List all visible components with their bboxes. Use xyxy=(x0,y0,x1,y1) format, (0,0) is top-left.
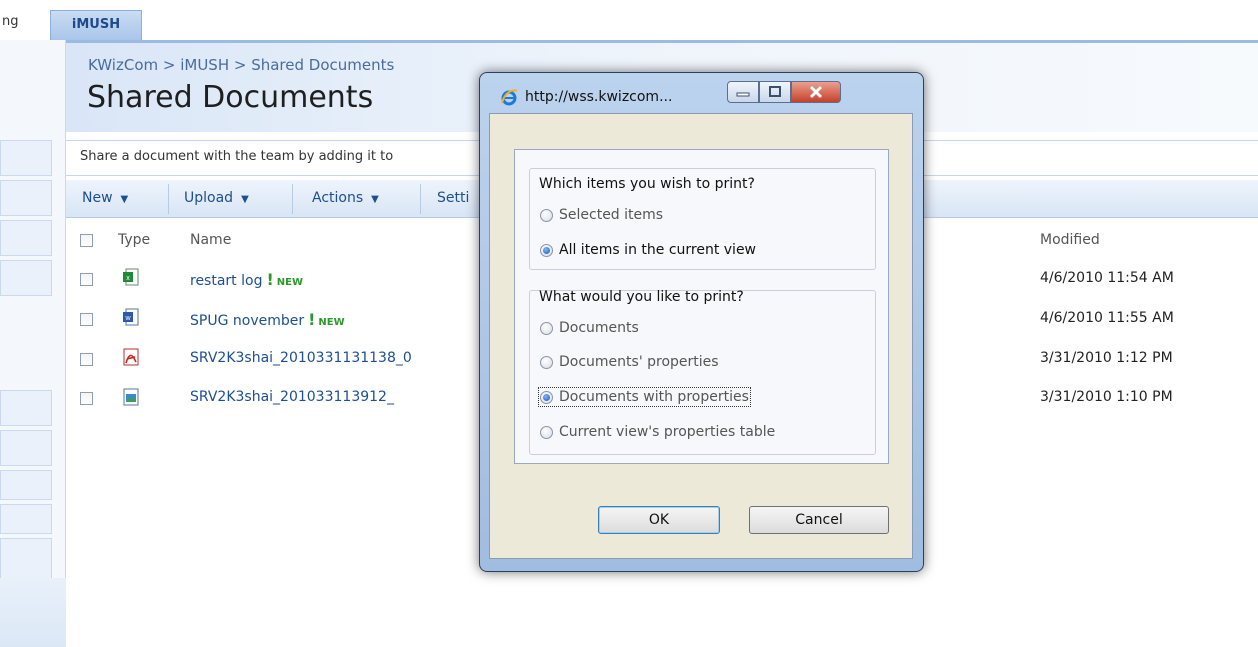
left-nav-item[interactable] xyxy=(0,140,52,176)
document-link[interactable]: restart log xyxy=(190,273,262,289)
list-item[interactable]: SRV2K3shai_2010331131138_0 xyxy=(190,350,412,366)
pdf-icon xyxy=(123,348,139,366)
left-nav-item[interactable] xyxy=(0,180,52,216)
list-item[interactable]: SPUG november! NEW xyxy=(190,310,345,329)
upload-menu-label: Upload xyxy=(184,190,234,206)
svg-text:x: x xyxy=(126,275,130,282)
toolbar-divider xyxy=(168,184,169,214)
maximize-icon xyxy=(769,86,781,97)
svg-text:w: w xyxy=(124,315,131,322)
list-description: Share a document with the team by adding… xyxy=(80,149,394,164)
dialog-title: http://wss.kwizcom... xyxy=(525,89,673,105)
row-checkbox[interactable] xyxy=(80,353,93,366)
modified-date: 3/31/2010 1:10 PM xyxy=(1040,389,1173,405)
list-item[interactable]: SRV2K3shai_201033113912_ xyxy=(190,389,394,405)
modified-date: 3/31/2010 1:12 PM xyxy=(1040,350,1173,366)
radio-button[interactable] xyxy=(540,355,553,369)
radio-all-items[interactable]: All items in the current view xyxy=(540,242,756,258)
radio-label: Documents xyxy=(559,320,639,336)
list-item[interactable]: restart log! NEW xyxy=(190,270,303,289)
radio-label: Current view's properties table xyxy=(559,424,776,440)
new-indicator-icon: ! xyxy=(266,270,274,289)
column-header-name[interactable]: Name xyxy=(190,232,231,248)
modified-date: 4/6/2010 11:54 AM xyxy=(1040,270,1174,286)
radio-button[interactable] xyxy=(540,425,553,439)
left-nav-item[interactable] xyxy=(0,220,52,256)
select-all-checkbox[interactable] xyxy=(80,234,93,247)
radio-label: Documents with properties xyxy=(559,389,749,405)
group-title: What would you like to print? xyxy=(539,289,744,305)
document-link[interactable]: SRV2K3shai_2010331131138_0 xyxy=(190,350,412,366)
radio-button[interactable] xyxy=(540,321,553,335)
minimize-button[interactable] xyxy=(727,81,759,103)
document-link[interactable]: SRV2K3shai_201033113912_ xyxy=(190,389,394,405)
radio-button-selected[interactable] xyxy=(540,390,553,404)
breadcrumb[interactable]: KWizCom > iMUSH > Shared Documents xyxy=(88,56,394,74)
modified-date: 4/6/2010 11:55 AM xyxy=(1040,310,1174,326)
left-nav-item[interactable] xyxy=(0,390,52,426)
page-title: Shared Documents xyxy=(87,80,374,115)
left-nav-item[interactable] xyxy=(0,430,52,466)
row-checkbox[interactable] xyxy=(80,273,93,286)
excel-icon: x xyxy=(123,268,139,286)
left-nav-item[interactable] xyxy=(0,504,52,534)
upload-menu[interactable]: Upload ▼ xyxy=(184,190,249,206)
settings-menu[interactable]: Setti xyxy=(437,190,469,206)
radio-documents-with-properties[interactable]: Documents with properties xyxy=(538,387,751,407)
chevron-down-icon: ▼ xyxy=(241,194,249,205)
cancel-button[interactable]: Cancel xyxy=(749,506,889,534)
radio-label: Selected items xyxy=(559,207,664,223)
minimize-icon xyxy=(736,92,750,97)
radio-documents-properties[interactable]: Documents' properties xyxy=(540,354,719,370)
document-link[interactable]: SPUG november xyxy=(190,313,304,329)
left-nav-footer xyxy=(0,578,66,647)
ok-button[interactable]: OK xyxy=(598,506,720,534)
radio-selected-items[interactable]: Selected items xyxy=(540,207,663,223)
radio-current-view-table[interactable]: Current view's properties table xyxy=(540,424,775,440)
top-nav: ng iMUSH xyxy=(0,0,1258,40)
column-header-modified[interactable]: Modified xyxy=(1040,232,1100,248)
chevron-down-icon: ▼ xyxy=(371,194,379,205)
internet-explorer-icon xyxy=(501,89,518,106)
maximize-button[interactable] xyxy=(759,81,791,103)
image-icon xyxy=(123,388,139,406)
row-checkbox[interactable] xyxy=(80,313,93,326)
radio-label: All items in the current view xyxy=(559,242,757,258)
close-button[interactable] xyxy=(791,81,841,103)
new-badge: NEW xyxy=(276,277,303,288)
new-menu[interactable]: New ▼ xyxy=(82,190,128,206)
chevron-down-icon: ▼ xyxy=(120,194,129,205)
radio-button[interactable] xyxy=(540,208,553,222)
close-icon xyxy=(809,85,823,99)
radio-documents[interactable]: Documents xyxy=(540,320,639,336)
tab-imush[interactable]: iMUSH xyxy=(50,10,142,40)
toolbar-divider xyxy=(292,184,293,214)
toolbar-divider xyxy=(420,184,421,214)
radio-label: Documents' properties xyxy=(559,354,719,370)
new-badge: NEW xyxy=(318,317,345,328)
left-nav-item[interactable] xyxy=(0,260,52,296)
row-checkbox[interactable] xyxy=(80,392,93,405)
new-menu-label: New xyxy=(82,190,113,206)
left-nav xyxy=(0,40,66,647)
tab-previous[interactable]: ng xyxy=(2,14,19,29)
group-title: Which items you wish to print? xyxy=(539,176,755,192)
radio-button-selected[interactable] xyxy=(540,243,553,257)
column-header-type[interactable]: Type xyxy=(118,232,150,248)
word-icon: w xyxy=(123,308,139,326)
actions-menu-label: Actions xyxy=(312,190,364,206)
new-indicator-icon: ! xyxy=(308,310,316,329)
left-nav-item[interactable] xyxy=(0,470,52,500)
actions-menu[interactable]: Actions ▼ xyxy=(312,190,379,206)
